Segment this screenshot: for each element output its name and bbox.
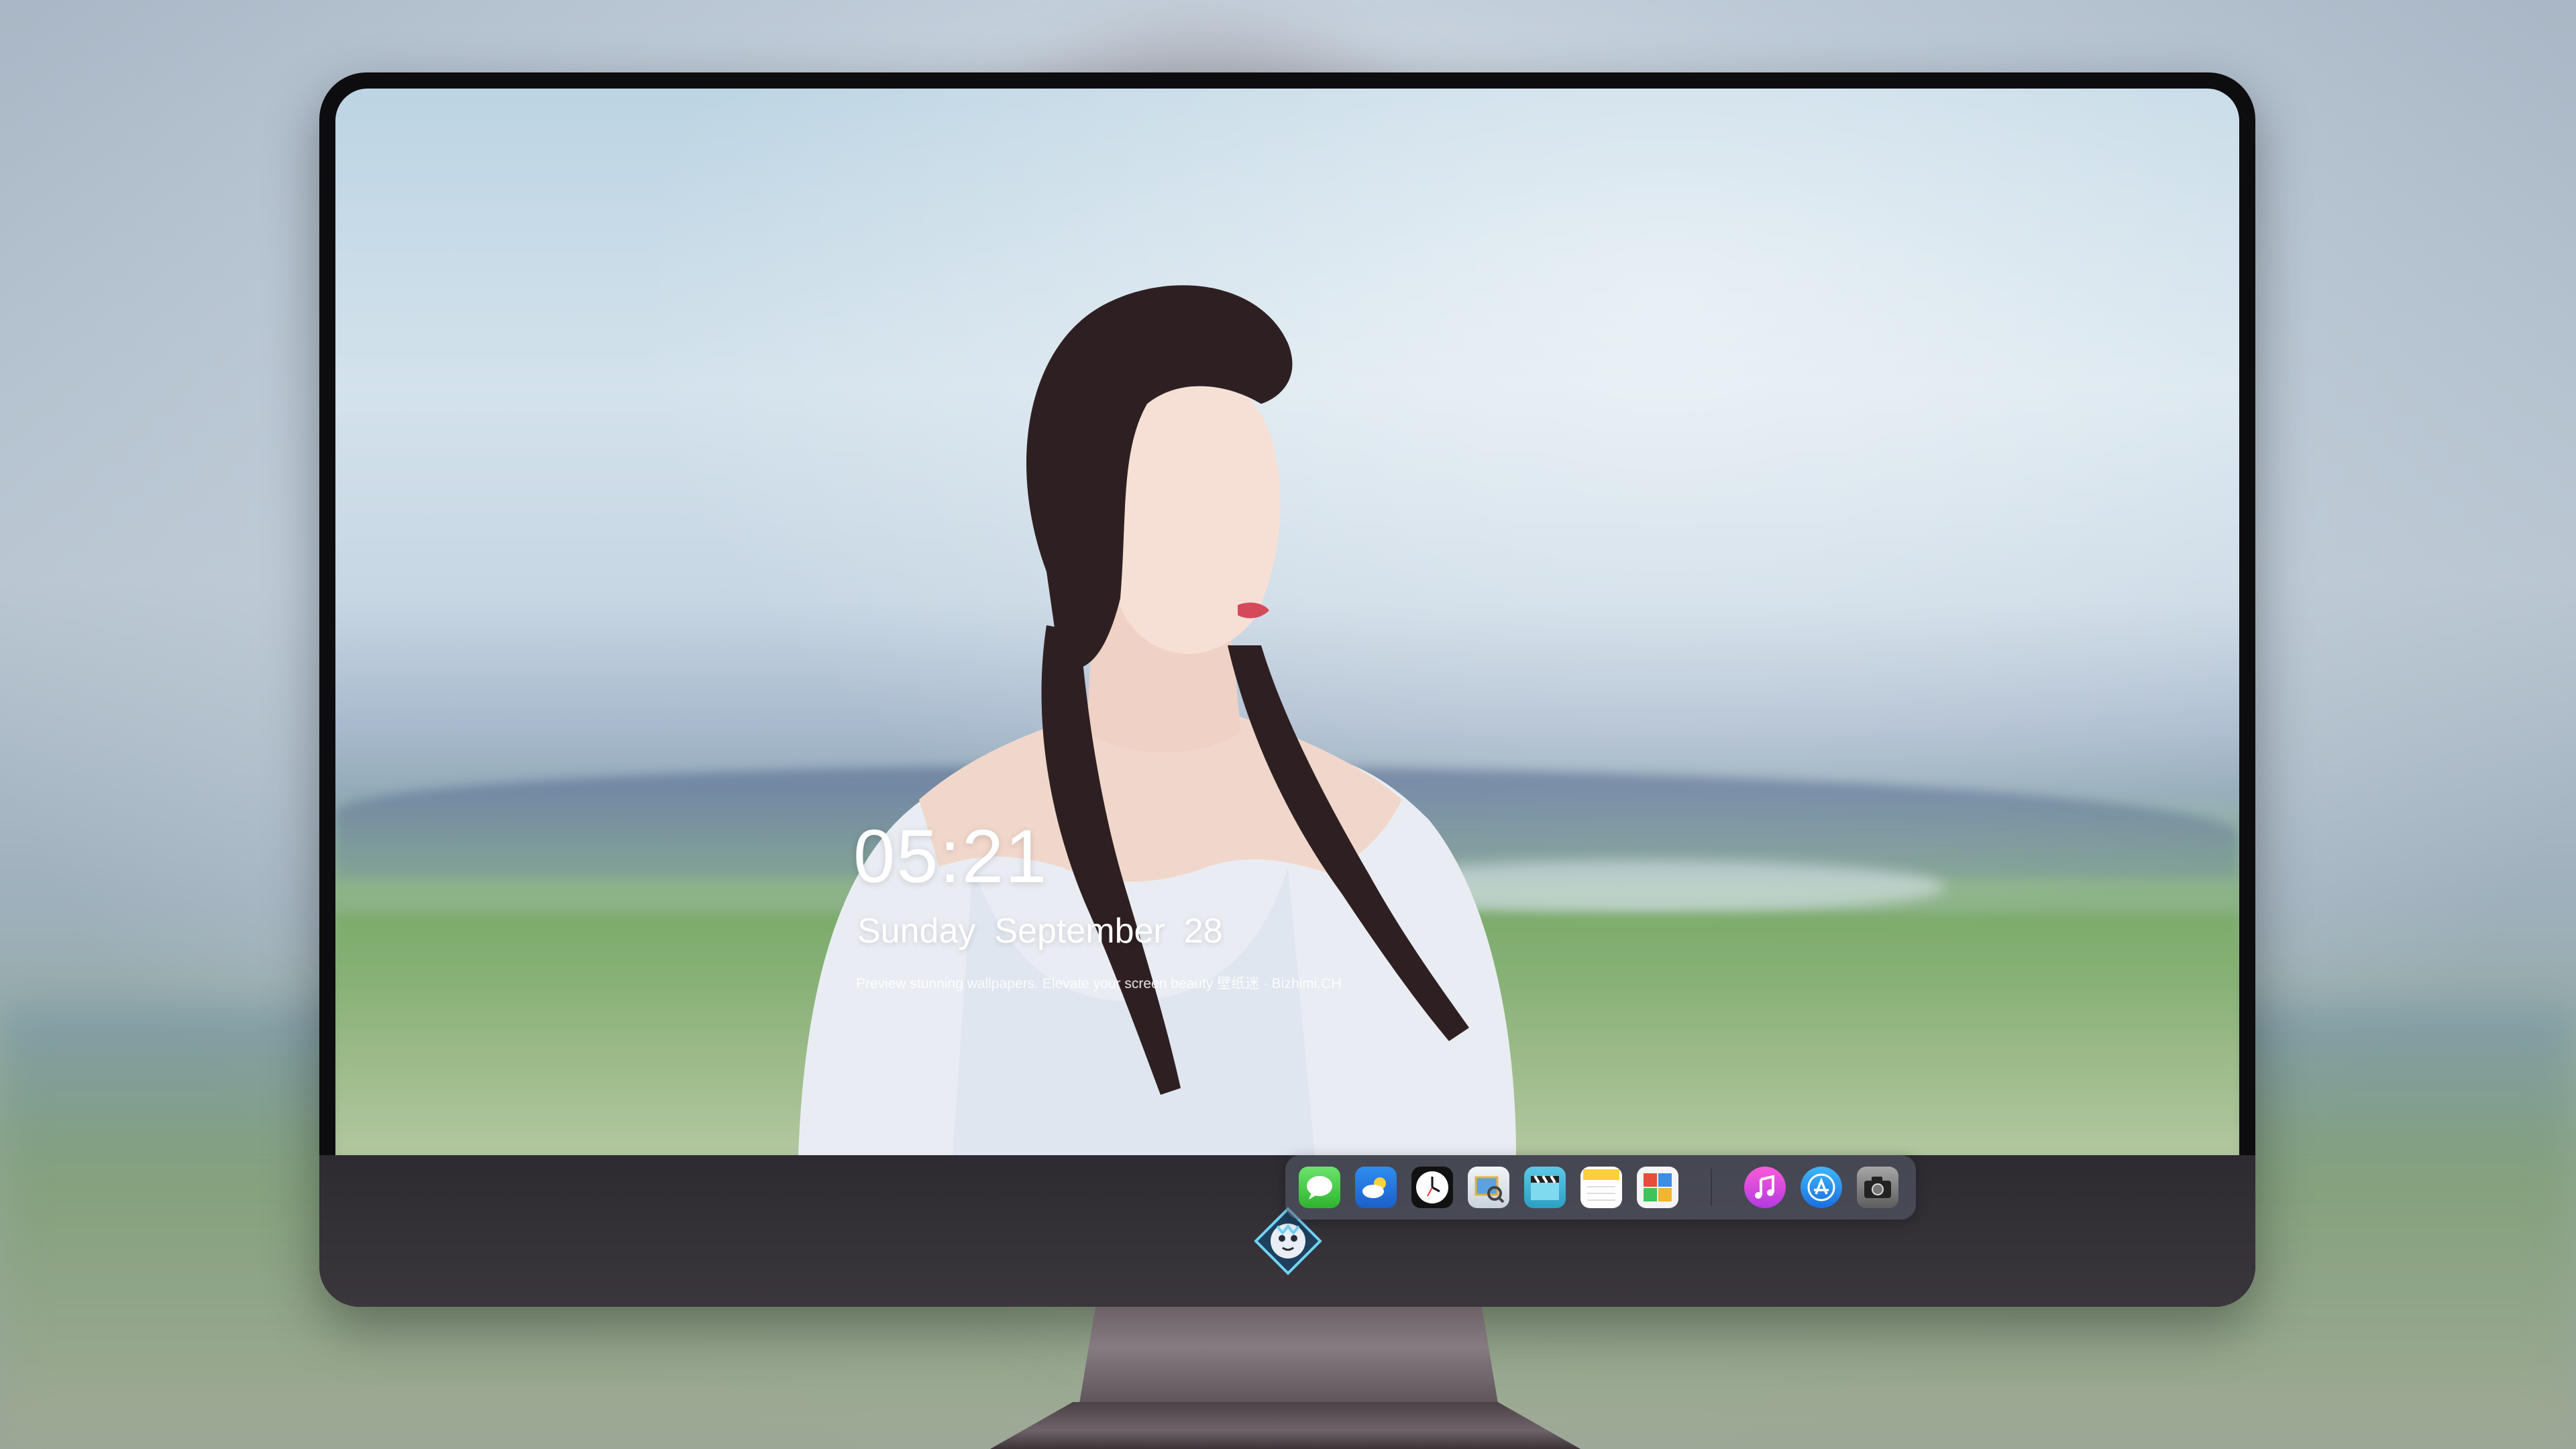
dock-separator [1711,1169,1712,1206]
monitor: 05:21 Sunday September 28 Preview stunning… [319,72,2255,1307]
photo-collage-icon[interactable] [1637,1167,1678,1208]
wallpaper-tagline: Preview stunning wallpapers. Elevate you… [856,976,1342,991]
messages-icon[interactable] [1299,1167,1340,1208]
monitor-stand-neck [1079,1307,1499,1407]
music-icon[interactable] [1744,1167,1786,1208]
screen: 05:21 Sunday September 28 Preview stunning… [335,89,2239,1155]
camera-icon[interactable] [1857,1167,1898,1208]
lockscreen-weekday: Sunday [857,912,976,951]
dock [1285,1155,1916,1220]
weather-icon[interactable] [1355,1167,1397,1208]
lockscreen-time: 05:21 [853,814,1049,898]
monitor-stand-base [990,1402,1580,1449]
lockscreen-day: 28 [1183,912,1223,951]
preview-icon[interactable] [1468,1167,1509,1208]
clapperboard-icon[interactable] [1524,1167,1566,1208]
notes-icon[interactable] [1580,1167,1622,1208]
lockscreen-month: September [994,912,1165,951]
clock-icon[interactable] [1411,1167,1453,1208]
lockscreen-date: Sunday September 28 [857,911,1223,951]
wallpaper-portrait [798,285,1516,1155]
app-store-icon[interactable] [1801,1167,1842,1208]
